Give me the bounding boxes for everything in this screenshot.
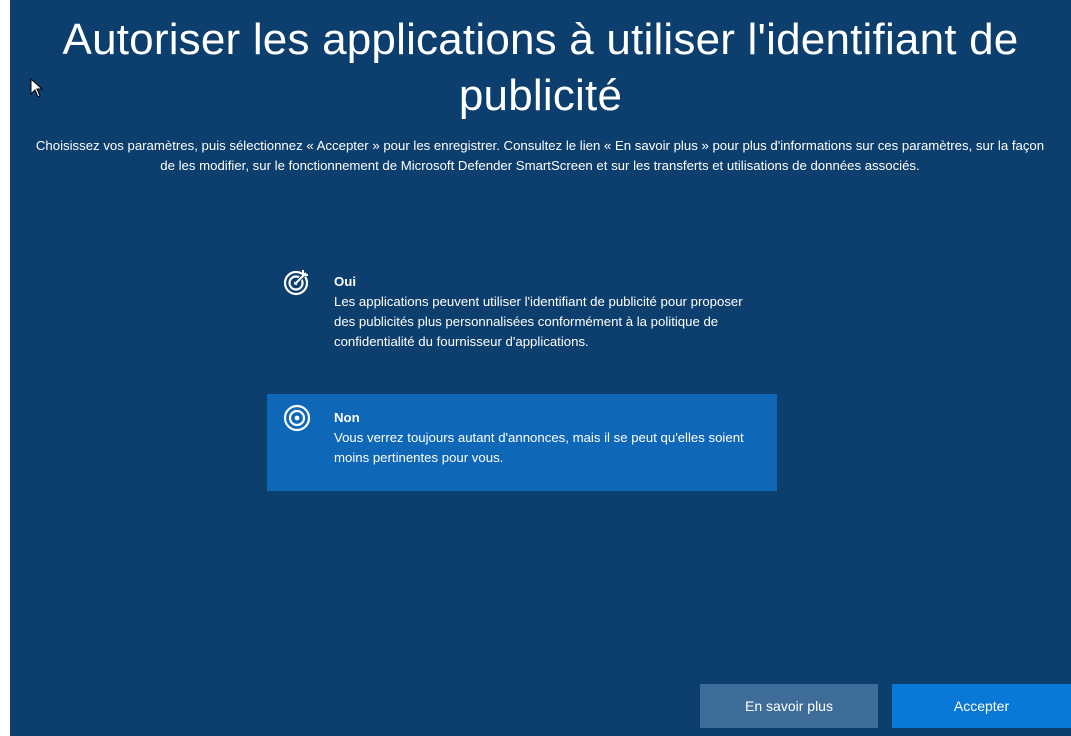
page-title: Autoriser les applications à utiliser l'… bbox=[62, 15, 1019, 120]
target-arrow-icon bbox=[283, 270, 309, 296]
page-description: Choisissez vos paramètres, puis sélectio… bbox=[35, 138, 1045, 173]
mouse-cursor-icon bbox=[30, 78, 44, 98]
option-oui[interactable]: Oui Les applications peuvent utiliser l'… bbox=[267, 258, 777, 380]
target-icon bbox=[283, 404, 311, 432]
option-non-description: Vous verrez toujours autant d'annonces, … bbox=[334, 430, 744, 465]
option-oui-title: Oui bbox=[334, 274, 356, 289]
learn-more-button[interactable]: En savoir plus bbox=[700, 684, 878, 728]
option-non-title: Non bbox=[334, 410, 360, 425]
accept-button[interactable]: Accepter bbox=[892, 684, 1071, 728]
oobe-screen: Autoriser les applications à utiliser l'… bbox=[10, 0, 1071, 736]
option-non[interactable]: Non Vous verrez toujours autant d'annonc… bbox=[267, 394, 777, 491]
option-oui-description: Les applications peuvent utiliser l'iden… bbox=[334, 294, 743, 349]
